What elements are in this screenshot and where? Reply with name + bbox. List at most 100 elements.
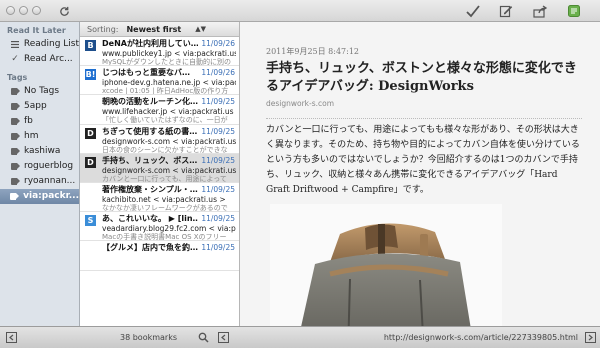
sidebar-tag-hm[interactable]: hm [0, 129, 79, 144]
article-url[interactable]: http://designwork-s.com/article/22733980… [384, 327, 578, 348]
zoom-window-button[interactable] [32, 6, 41, 15]
bookmark-source: veadardiary.blog29.fc2.com < via:pa… [102, 224, 236, 234]
tag-icon [10, 118, 20, 125]
bookmark-source: iphone-dev.g.hatena.ne.jp < via:pac… [102, 78, 236, 88]
article-divider [266, 118, 582, 119]
sort-select[interactable]: Newest first [126, 25, 181, 34]
tag-icon [10, 193, 20, 200]
bookmark-date: 11/09/26 [201, 39, 235, 48]
bookmark-row[interactable]: 著作権放棄・シンプル・… 11/09/25 kachibito.net < via:… [80, 183, 239, 213]
article-date: 2011年9月25日 8:47:12 [266, 47, 360, 56]
bookmark-date: 11/09/26 [201, 68, 235, 78]
sidebar-section-read-it-later: Read It Later [7, 26, 66, 35]
sidebar-tag-ryoannan[interactable]: ryoannan... [0, 174, 79, 189]
bookmark-row[interactable]: 【グルメ】店内で魚を釣… 11/09/25 [80, 241, 239, 271]
site-favicon-icon: S [85, 215, 96, 227]
article-page: 2011年9月25日 8:47:12 手持ち、リュック、ボストンと様々な形態に変… [266, 22, 582, 326]
sidebar-item-label: No Tags [24, 86, 60, 96]
bookmark-excerpt: 「忙しく働いていたはずなのに、一日が [102, 116, 228, 125]
minimize-window-button[interactable] [19, 6, 28, 15]
site-favicon-icon: B! [85, 69, 96, 81]
sidebar-item-label: ryoannan... [24, 176, 76, 186]
site-favicon-icon: D [85, 156, 96, 168]
sidebar-tag-kashiwa[interactable]: kashiwa [0, 144, 79, 159]
refresh-icon[interactable] [56, 3, 72, 19]
bookmark-row[interactable]: B! じつはもっと重要なバ… 11/09/26 iphone-dev.g.hatena… [80, 66, 239, 96]
bookmark-title: DeNAが社内利用してい… [102, 39, 198, 48]
bookmark-row[interactable]: 朝晩の活動をルーチン化… 11/09/25 www.lifehacker.jp < … [80, 95, 239, 125]
bookmark-excerpt: Macの手書き説明書Mac OS Xのフリー [102, 233, 227, 242]
bookmark-date: 11/09/25 [201, 214, 235, 224]
bookmark-title: 手持ち、リュック、ボス… [102, 155, 198, 165]
bookmark-title: あ、これいいな。 ▶ [lin… [102, 214, 198, 224]
bookmark-excerpt: なかなか凄いフレームワークがあるので [102, 203, 228, 212]
bookmark-excerpt: xcode | 01:05 | 昨日AdHoc版の作り方 [102, 87, 229, 96]
collapse-list-icon[interactable] [218, 332, 229, 343]
bookmark-date: 11/09/25 [201, 243, 235, 253]
app-badge-icon[interactable] [566, 3, 582, 19]
bookmark-title: ちぎって使用する紙の書… [102, 126, 198, 136]
site-favicon-icon [85, 98, 96, 109]
share-icon[interactable] [531, 3, 549, 19]
sort-arrows-icon[interactable]: ▲▼ [195, 25, 206, 33]
tag-icon [10, 88, 20, 95]
sort-label: Sorting: [87, 24, 119, 34]
bookmark-source: designwork-s.com < via:packrati.us > [102, 165, 236, 175]
sidebar-tag-fb[interactable]: fb [0, 114, 79, 129]
title-bar [0, 0, 600, 22]
bookmark-source: www.publickey1.jp < via:packrati.us > [102, 49, 236, 58]
bookmark-row[interactable]: B DeNAが社内利用してい… 11/09/26 www.publickey1.jp … [80, 37, 239, 67]
mark-as-read-icon[interactable] [464, 3, 482, 19]
article-domain[interactable]: designwork-s.com [266, 99, 582, 108]
sidebar-tag-5app[interactable]: 5app [0, 99, 79, 114]
search-icon[interactable] [198, 332, 209, 343]
edit-icon[interactable] [497, 3, 515, 19]
bookmark-source: www.lifehacker.jp < via:packrati.us > [102, 107, 236, 117]
site-favicon-icon: B [85, 40, 96, 51]
sort-bar: Sorting: Newest first ▲▼ [80, 22, 239, 37]
bookmark-date: 11/09/25 [201, 155, 235, 165]
sidebar-item-label: Reading List [23, 39, 79, 49]
tag-icon [10, 133, 20, 140]
bookmark-title: 著作権放棄・シンプル・… [102, 184, 198, 194]
bookmark-row[interactable]: D 手持ち、リュック、ボス… 11/09/25 designwork-s.com < … [80, 153, 239, 183]
bookmark-excerpt: MySQLがダウンしたときに自動的に別の [102, 58, 232, 66]
bookmark-list: Sorting: Newest first ▲▼ B DeNAが社内利用してい… 1… [80, 22, 240, 326]
sidebar: Read It Later Reading List ✓ Read Arc...… [0, 22, 80, 326]
sidebar-tag-roguerblog[interactable]: roguerblog [0, 159, 79, 174]
list-icon [10, 41, 20, 48]
collapse-sidebar-icon[interactable] [6, 332, 17, 343]
article-reader: 2011年9月25日 8:47:12 手持ち、リュック、ボストンと様々な形態に変… [240, 22, 600, 326]
sidebar-item-reading-list[interactable]: Reading List [0, 37, 79, 52]
tag-icon [10, 103, 20, 110]
bookmark-row[interactable]: D ちぎって使用する紙の書… 11/09/25 designwork-s.com < … [80, 125, 239, 154]
site-favicon-icon [85, 186, 96, 197]
close-window-button[interactable] [6, 6, 15, 15]
leather-bag-image [270, 204, 502, 326]
site-favicon-icon [85, 244, 96, 255]
tag-icon [10, 163, 20, 170]
article-photo [270, 204, 502, 326]
sidebar-section-tags: Tags [7, 73, 28, 82]
tag-icon [10, 178, 20, 185]
sidebar-item-label: Read Arc... [24, 54, 73, 64]
bookmark-excerpt: カバンと一口に行っても、用途によって [102, 174, 227, 183]
article-body: カバンと一口に行っても、用途によってもも様々な形があり、その形状は大きく異なりま… [266, 125, 580, 195]
sidebar-tag-no-tags[interactable]: No Tags [0, 84, 79, 99]
sidebar-item-label: fb [24, 116, 33, 126]
sidebar-item-label: kashiwa [24, 146, 61, 156]
sidebar-tag-via-packrati[interactable]: via:packr... [0, 189, 79, 204]
article-title: 手持ち、リュック、ボストンと様々な形態に変化できるアイデアバッグ: Design… [266, 61, 577, 94]
expand-reader-icon[interactable] [585, 332, 596, 343]
bookmark-date: 11/09/25 [201, 97, 235, 107]
sidebar-item-label: via:packr... [23, 191, 79, 201]
bookmark-title: じつはもっと重要なバ… [102, 68, 190, 78]
bookmark-source: designwork-s.com < via:packrati.us > [102, 136, 236, 146]
checkmark-icon: ✓ [11, 54, 19, 64]
sidebar-item-label: hm [24, 131, 39, 141]
sidebar-item-read-archive[interactable]: ✓ Read Arc... [0, 52, 79, 67]
bookmark-count: 38 bookmarks [120, 333, 178, 342]
tag-icon [10, 148, 20, 155]
sidebar-item-label: 5app [24, 101, 47, 111]
bookmark-row[interactable]: S あ、これいいな。 ▶ [lin… 11/09/25 veadardiary.blo… [80, 212, 239, 242]
